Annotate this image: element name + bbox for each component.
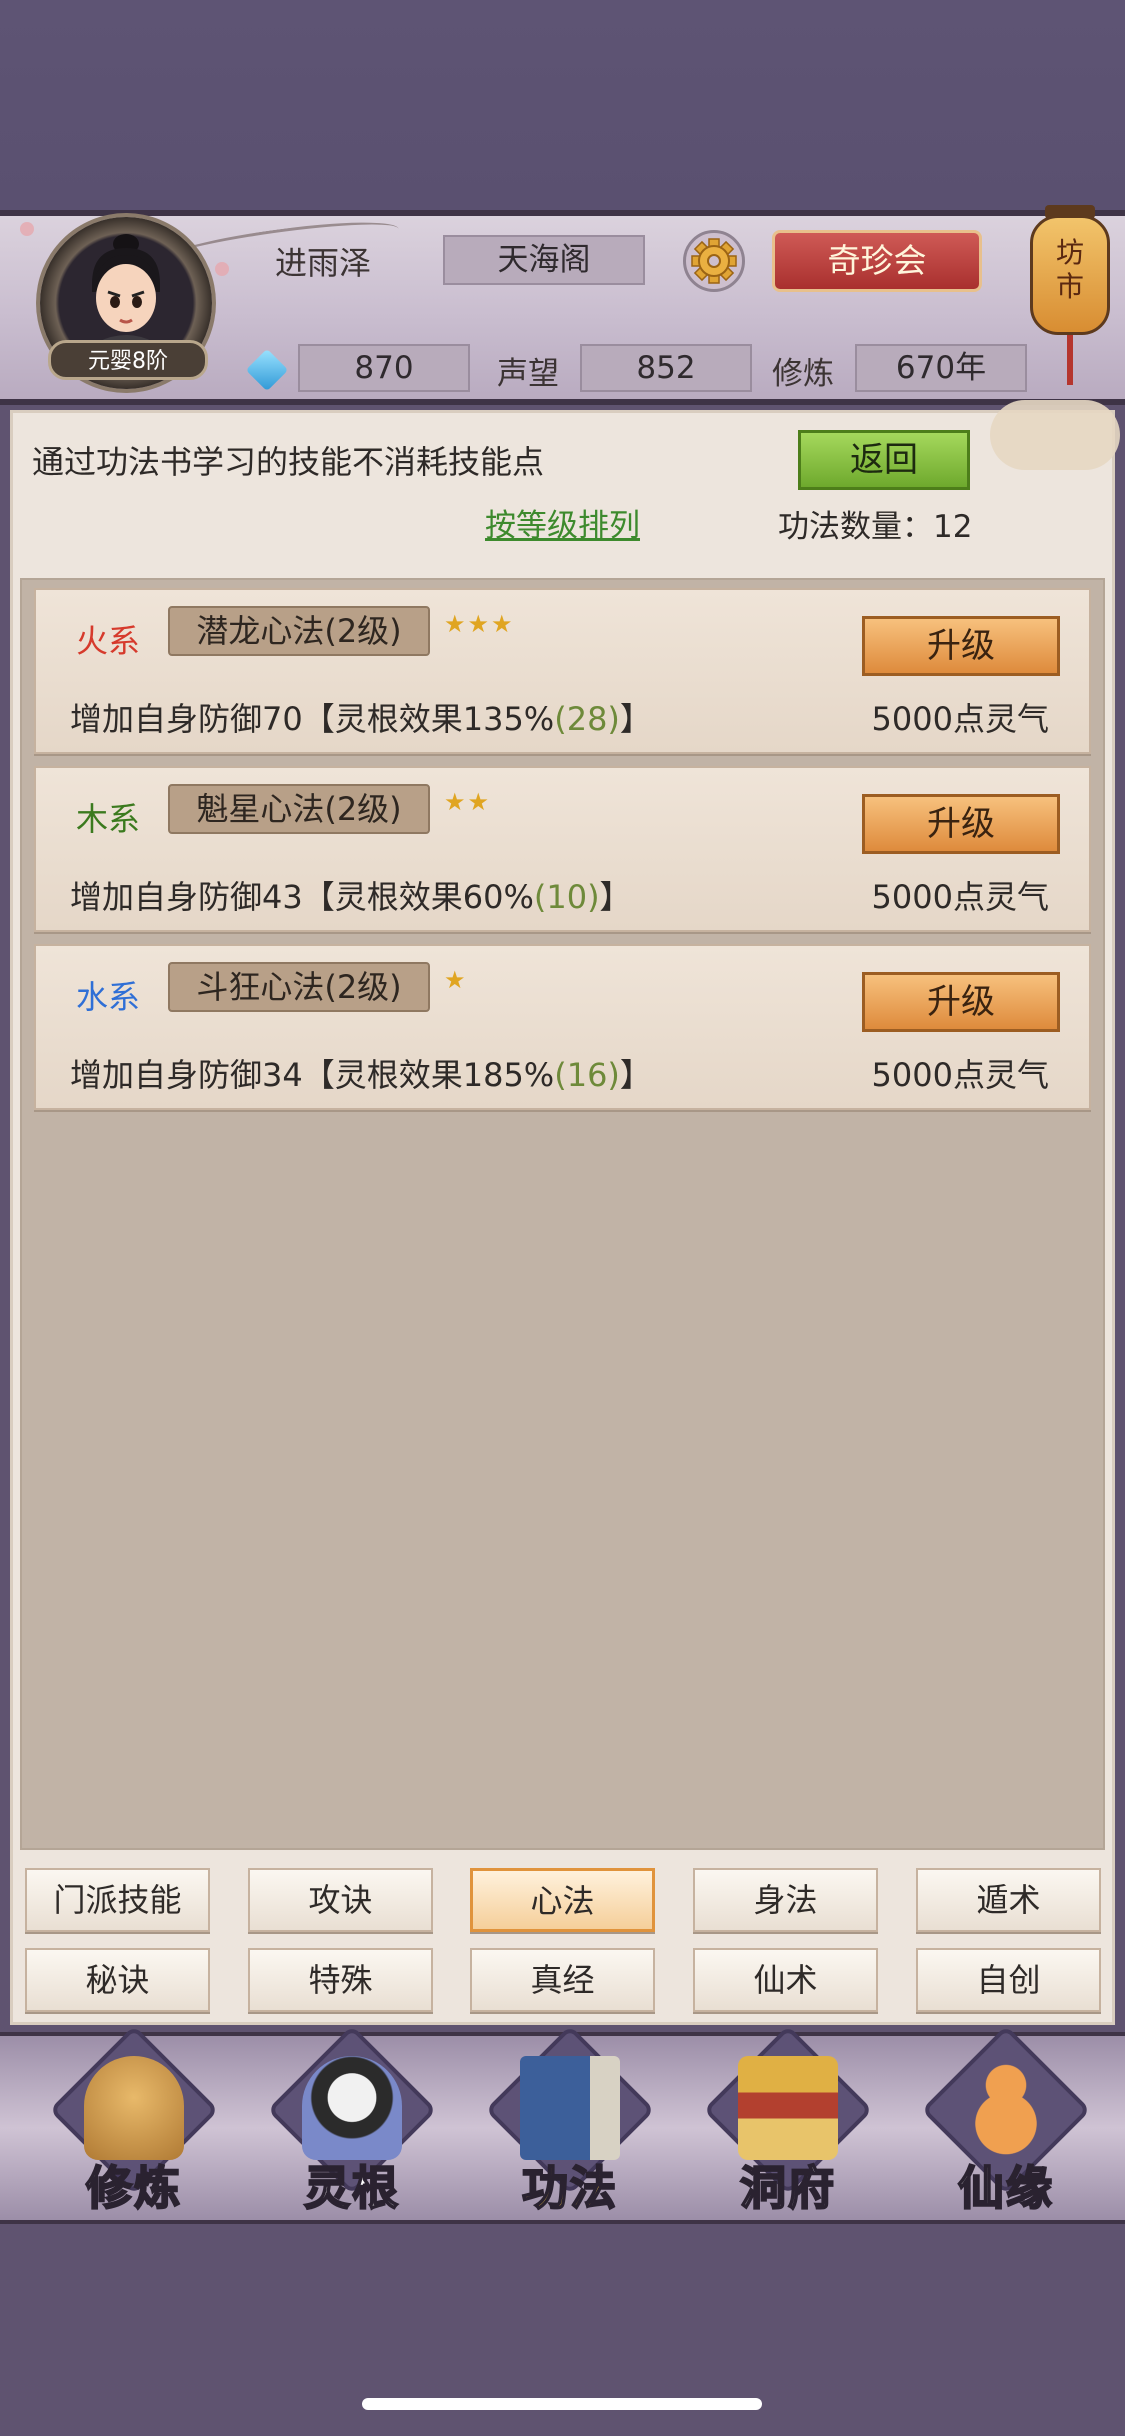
reputation-value: 852	[580, 344, 752, 392]
spirit-stone-count: 870	[298, 344, 470, 392]
upgrade-button[interactable]: 升级	[862, 616, 1060, 676]
element-label: 水系	[76, 978, 141, 1016]
gear-icon	[691, 238, 737, 284]
market-lantern-button[interactable]: 坊市	[1030, 215, 1110, 335]
technique-effect: 增加自身防御34【灵根效果185%(16)】	[70, 1050, 652, 1096]
market-lantern-label: 坊市	[1055, 236, 1084, 303]
avatar-portrait	[92, 234, 160, 352]
technique-name: 潜龙心法(2级)	[168, 606, 430, 656]
realm-rank-badge: 元婴8阶	[48, 340, 208, 380]
technique-name: 斗狂心法(2级)	[168, 962, 430, 1012]
sort-by-level-link[interactable]: 按等级排列	[485, 500, 640, 545]
nav-spirit-root[interactable]: 灵根	[267, 2025, 437, 2216]
tab-immortal-arts[interactable]: 仙术	[693, 1948, 878, 2012]
nav-cave-dwelling[interactable]: 洞府	[703, 2025, 873, 2216]
blossom-decoration	[20, 222, 34, 236]
technique-effect: 增加自身防御43【灵根效果60%(10)】	[70, 872, 632, 918]
treasure-fair-button[interactable]: 奇珍会	[772, 230, 982, 292]
player-name: 进雨泽	[275, 244, 372, 282]
star-rating: ★	[444, 966, 468, 994]
tab-secret-arts[interactable]: 秘诀	[25, 1948, 210, 2012]
element-label: 火系	[76, 622, 141, 660]
star-rating: ★★★	[444, 610, 515, 638]
tab-special[interactable]: 特殊	[248, 1948, 433, 2012]
upgrade-cost: 5000点灵气	[871, 1056, 1049, 1094]
effect-bracket: 】	[619, 700, 652, 738]
tab-attack-arts[interactable]: 攻诀	[248, 1868, 433, 1932]
upgrade-button[interactable]: 升级	[862, 794, 1060, 854]
nav-label: 灵根	[303, 2160, 400, 2216]
effect-text: 增加自身防御70【灵根效果135%	[70, 700, 555, 738]
technique-card[interactable]: 火系 潜龙心法(2级) ★★★ 升级 增加自身防御70【灵根效果135%(28)…	[34, 588, 1091, 754]
effect-bonus: (28)	[554, 700, 620, 738]
element-label: 木系	[76, 800, 141, 838]
tab-sect-skills[interactable]: 门派技能	[25, 1868, 210, 1932]
gourd-icon	[956, 2056, 1056, 2160]
sect-name[interactable]: 天海阁	[443, 235, 645, 285]
nav-label: 功法	[521, 2160, 618, 2216]
technique-name: 魁星心法(2级)	[168, 784, 430, 834]
effect-bonus: (10)	[533, 878, 600, 916]
lantern-tassel	[1067, 335, 1073, 385]
technique-card[interactable]: 水系 斗狂心法(2级) ★ 升级 增加自身防御34【灵根效果185%(16)】 …	[34, 944, 1091, 1110]
tab-scriptures[interactable]: 真经	[470, 1948, 655, 2012]
star-rating: ★★	[444, 788, 492, 816]
upgrade-cost: 5000点灵气	[871, 700, 1049, 738]
nav-techniques[interactable]: 功法	[485, 2025, 655, 2216]
technique-count: 功法数量：12	[778, 509, 973, 545]
tab-self-created[interactable]: 自创	[916, 1948, 1101, 2012]
cultivation-label: 修炼	[772, 356, 834, 392]
nav-label: 洞府	[739, 2160, 836, 2216]
spirit-root-icon	[302, 2056, 402, 2160]
technique-card[interactable]: 木系 魁星心法(2级) ★★ 升级 增加自身防御43【灵根效果60%(10)】 …	[34, 766, 1091, 932]
technique-effect: 增加自身防御70【灵根效果135%(28)】	[70, 694, 652, 740]
home-indicator[interactable]	[362, 2398, 762, 2410]
nav-label: 修炼	[85, 2160, 182, 2216]
nav-fate[interactable]: 仙缘	[921, 2025, 1091, 2216]
status-bar-area	[0, 0, 1125, 210]
tab-escape-arts[interactable]: 遁术	[916, 1868, 1101, 1932]
cultivate-icon	[84, 2056, 184, 2160]
nav-cultivate[interactable]: 修炼	[49, 2025, 219, 2216]
upgrade-cost: 5000点灵气	[871, 878, 1049, 916]
effect-text: 增加自身防御34【灵根效果185%	[70, 1056, 555, 1094]
blossom-decoration	[215, 262, 229, 276]
effect-bracket: 】	[599, 878, 632, 916]
settings-button[interactable]	[683, 230, 745, 292]
effect-bonus: (16)	[554, 1056, 620, 1094]
cultivation-value: 670年	[855, 344, 1027, 392]
nav-label: 仙缘	[957, 2160, 1054, 2216]
panel-notice: 通过功法书学习的技能不消耗技能点	[32, 443, 545, 481]
upgrade-button[interactable]: 升级	[862, 972, 1060, 1032]
technique-book-icon	[520, 2056, 620, 2160]
effect-bracket: 】	[619, 1056, 652, 1094]
effect-text: 增加自身防御43【灵根效果60%	[70, 878, 534, 916]
cave-dwelling-icon	[738, 2056, 838, 2160]
tab-mind-arts[interactable]: 心法	[470, 1868, 655, 1932]
reputation-label: 声望	[497, 356, 559, 392]
cloud-decoration	[990, 400, 1120, 470]
return-button[interactable]: 返回	[798, 430, 970, 490]
tab-movement-arts[interactable]: 身法	[693, 1868, 878, 1932]
